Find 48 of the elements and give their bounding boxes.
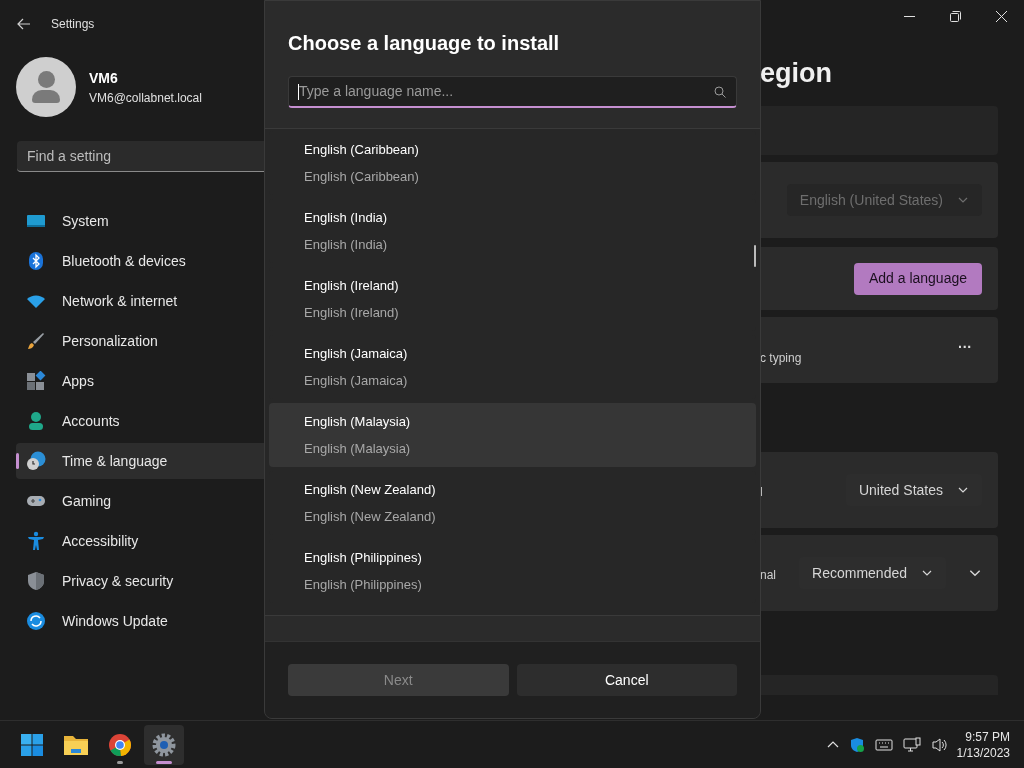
nav-item[interactable]: Accessibility [16, 523, 264, 559]
avatar [16, 57, 76, 117]
nav-item[interactable]: Network & internet [16, 283, 264, 319]
update-icon [26, 611, 46, 631]
scrollbar-thumb[interactable] [754, 245, 756, 267]
keyboard-icon[interactable] [874, 737, 893, 752]
gear-icon [152, 732, 176, 757]
setting-label: l [760, 484, 763, 501]
globe-clock-icon [26, 451, 46, 471]
nav-item[interactable]: Accounts [16, 403, 264, 439]
nav-item[interactable]: Windows Update [16, 603, 264, 639]
page-title: egion [760, 60, 833, 87]
nav-item[interactable]: Privacy & security [16, 563, 264, 599]
chrome-logo-icon [108, 732, 132, 757]
bluetooth-icon [26, 251, 46, 271]
nav-item[interactable]: Apps [16, 363, 264, 399]
language-description: c typing [760, 350, 802, 367]
cancel-button[interactable]: Cancel [516, 664, 737, 696]
user-email: VM6@collabnet.local [89, 89, 202, 107]
taskbar-app[interactable] [144, 724, 184, 765]
more-options-button[interactable]: ··· [958, 336, 972, 364]
language-item[interactable]: English (Malaysia) English (Malaysia) [269, 403, 756, 467]
nav-item[interactable]: System [16, 203, 264, 239]
apps-icon [26, 371, 46, 391]
add-language-button[interactable]: Add a language [853, 262, 982, 295]
accessibility-icon [26, 531, 46, 551]
shield-icon [26, 571, 46, 591]
shield-icon[interactable] [848, 736, 865, 753]
search-icon [714, 85, 726, 98]
windows-logo-icon [20, 732, 44, 757]
window-title: Settings [51, 16, 95, 33]
clock[interactable]: 9:57 PM 1/13/2023 [956, 728, 1010, 761]
close-icon[interactable] [995, 10, 1007, 22]
nav-item[interactable]: Personalization [16, 323, 264, 359]
back-arrow-icon[interactable] [17, 17, 31, 31]
person-icon [26, 411, 46, 431]
dialog-title: Choose a language to install [288, 31, 561, 56]
speaker-icon[interactable] [930, 736, 949, 753]
network-icon[interactable] [902, 736, 921, 753]
brush-icon [26, 331, 46, 351]
setting-label: nal [760, 567, 776, 584]
restore-icon[interactable] [949, 10, 961, 22]
nav-item[interactable]: Bluetooth & devices [16, 243, 264, 279]
language-search-field[interactable]: Type a language name... [288, 76, 737, 108]
nav-item[interactable]: Time & language [16, 443, 264, 479]
nav-item[interactable]: Gaming [16, 483, 264, 519]
user-name: VM6 [89, 68, 119, 88]
search-field[interactable]: Find a setting [17, 141, 264, 172]
